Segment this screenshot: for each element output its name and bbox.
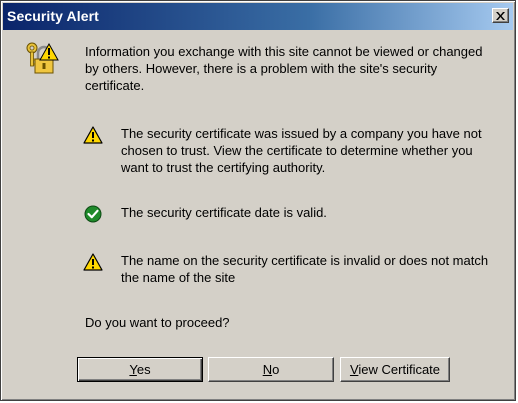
certificate-date-text: The security certificate date is valid. [121,205,327,220]
certificate-name-text: The name on the security certificate is … [121,253,489,285]
certificate-issue-text: The security certificate was issued by a… [121,126,482,175]
warning-icon [83,253,103,271]
intro-text: Information you exchange with this site … [85,44,483,93]
check-icon [84,205,102,223]
no-label-rest: o [272,361,280,377]
warning-icon [83,126,103,144]
no-button[interactable]: No [208,357,334,382]
security-alert-dialog: Security Alert Information you exchange … [0,0,516,401]
yes-button[interactable]: Yes [77,357,203,382]
view-label-rest: iew Certificate [358,361,441,377]
yes-label-rest: es [136,361,151,377]
proceed-question: Do you want to proceed? [85,315,230,330]
security-lock-warning-icon [26,42,59,74]
close-x-icon [496,11,505,20]
dialog-title: Security Alert [7,8,99,24]
no-mnemonic: N [262,361,273,377]
view-certificate-button[interactable]: View Certificate [340,357,450,382]
title-bar[interactable]: Security Alert [3,3,513,30]
close-button[interactable] [492,8,509,23]
yes-mnemonic: Y [129,361,137,377]
